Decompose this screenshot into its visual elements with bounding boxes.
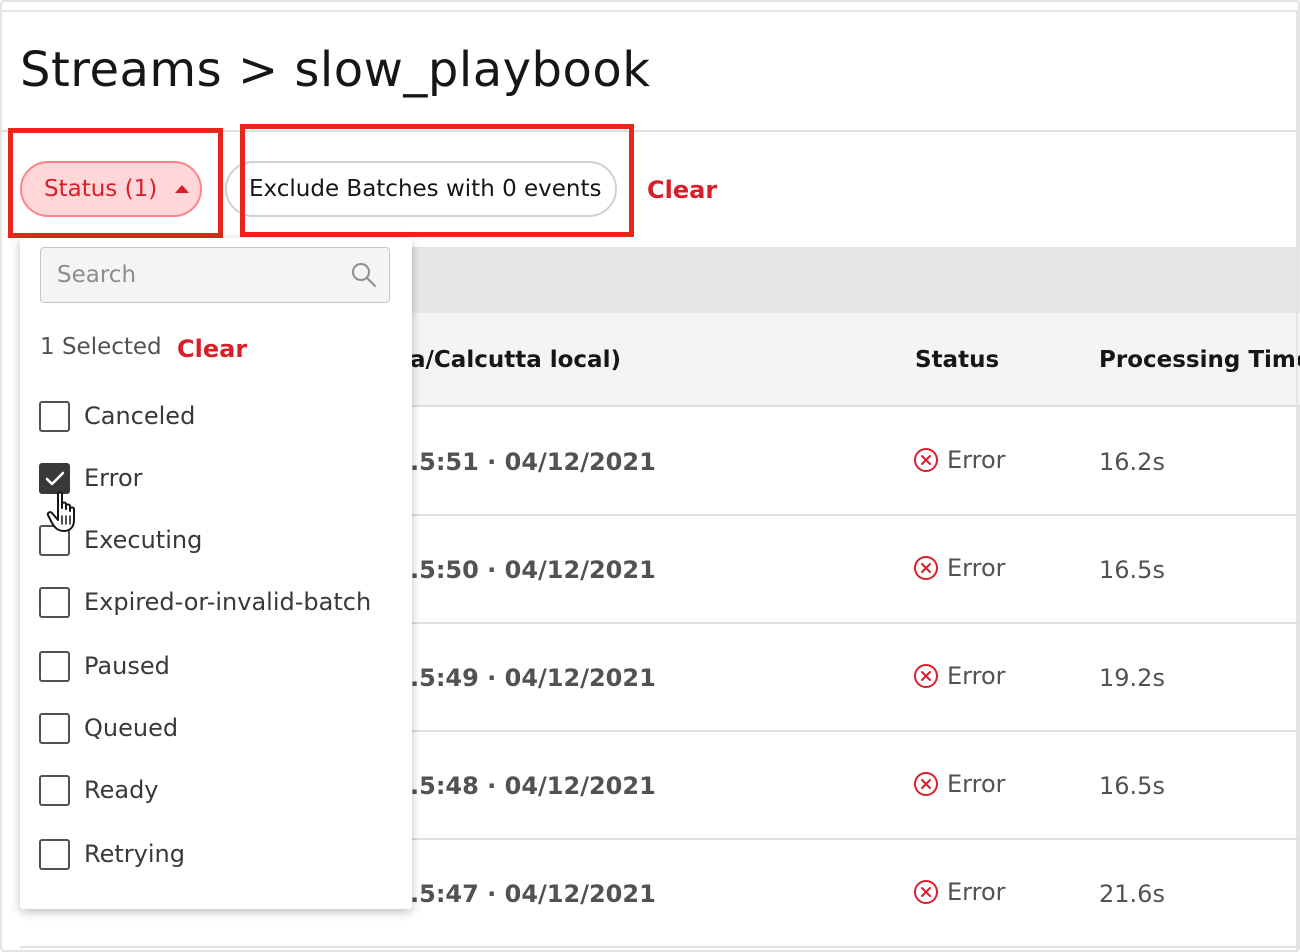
option-ready[interactable]: Ready [39, 772, 159, 808]
option-label: Expired-or-invalid-batch [84, 588, 372, 616]
row-processing-time: 16.5s [1099, 556, 1165, 584]
option-label: Canceled [84, 402, 196, 430]
clear-filters-link[interactable]: Clear [647, 176, 717, 204]
row-status: Error [913, 446, 1006, 474]
row-status: Error [913, 554, 1006, 582]
checkbox[interactable] [39, 774, 70, 806]
option-label: Paused [84, 652, 170, 680]
error-icon [914, 880, 938, 904]
checkmark-icon [45, 471, 65, 485]
option-canceled[interactable]: Canceled [39, 398, 195, 434]
checkbox[interactable] [39, 650, 70, 682]
row-processing-time: 16.2s [1099, 448, 1165, 476]
status-text: Error [947, 878, 1006, 906]
search-icon[interactable] [350, 261, 378, 289]
search-field[interactable] [40, 247, 390, 303]
column-header-time[interactable]: a/Calcutta local) [410, 347, 621, 373]
row-time: .5:47 · 04/12/2021 [410, 880, 656, 908]
row-time: .5:50 · 04/12/2021 [410, 556, 656, 584]
row-status: Error [913, 878, 1006, 906]
status-text: Error [947, 770, 1006, 798]
column-header-status[interactable]: Status [915, 347, 999, 373]
option-label: Executing [84, 526, 203, 554]
highlight-exclude-filter [240, 124, 634, 237]
search-input[interactable] [41, 248, 341, 302]
status-text: Error [947, 446, 1006, 474]
option-queued[interactable]: Queued [39, 710, 178, 746]
row-time: .5:49 · 04/12/2021 [410, 664, 656, 692]
option-label: Retrying [84, 840, 185, 868]
selected-count: 1 Selected [40, 334, 162, 360]
row-time: .5:51 · 04/12/2021 [410, 448, 656, 476]
checkbox-checked[interactable] [39, 462, 70, 494]
option-retrying[interactable]: Retrying [39, 836, 185, 872]
hand-cursor-icon [46, 491, 75, 532]
checkbox[interactable] [39, 586, 70, 618]
option-paused[interactable]: Paused [39, 648, 170, 684]
row-time: .5:48 · 04/12/2021 [410, 772, 656, 800]
option-label: Ready [84, 776, 159, 804]
top-divider [0, 10, 1300, 12]
status-text: Error [947, 554, 1006, 582]
checkbox[interactable] [39, 838, 70, 870]
error-icon [914, 556, 938, 580]
status-text: Error [947, 662, 1006, 690]
right-border [1296, 10, 1298, 952]
status-filter-dropdown: 1 Selected Clear Canceled Error Executin… [20, 238, 412, 909]
checkbox[interactable] [39, 400, 70, 432]
row-processing-time: 21.6s [1099, 880, 1165, 908]
option-label: Queued [84, 714, 179, 742]
row-processing-time: 19.2s [1099, 664, 1165, 692]
option-label: Error [84, 464, 143, 492]
checkbox[interactable] [39, 712, 70, 744]
clear-selection-link[interactable]: Clear [177, 335, 247, 363]
error-icon [914, 664, 938, 688]
column-header-processing-time[interactable]: Processing Time [1099, 347, 1300, 373]
option-expired-or-invalid-batch[interactable]: Expired-or-invalid-batch [39, 584, 371, 620]
error-icon [914, 772, 938, 796]
row-status: Error [913, 662, 1006, 690]
page-title: Streams > slow_playbook [20, 42, 651, 98]
error-icon [914, 448, 938, 472]
highlight-status-filter [8, 128, 223, 238]
row-processing-time: 16.5s [1099, 772, 1165, 800]
row-status: Error [913, 770, 1006, 798]
